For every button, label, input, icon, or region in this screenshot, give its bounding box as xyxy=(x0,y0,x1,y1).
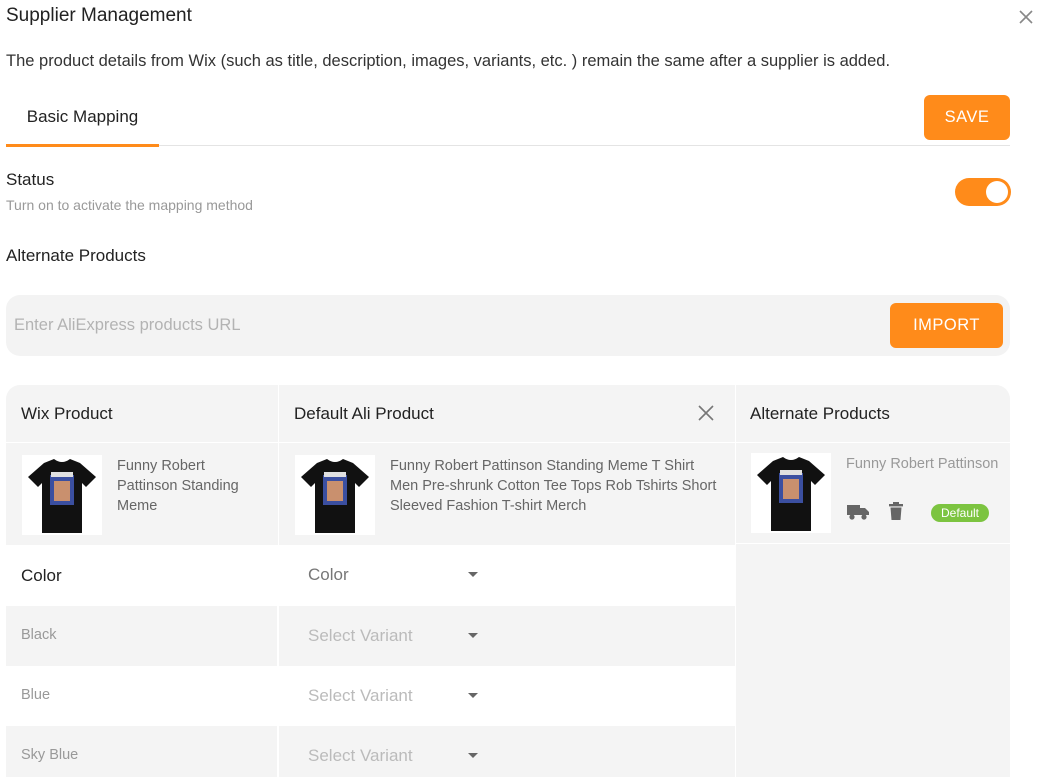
dialog-description: The product details from Wix (such as ti… xyxy=(6,52,891,70)
option-name: Color xyxy=(21,566,62,585)
ali-product-title: Funny Robert Pattinson Standing Meme T S… xyxy=(390,458,717,514)
wix-product-title: Funny Robert Pattinson Standing Meme xyxy=(117,458,239,514)
default-badge: Default xyxy=(931,504,989,522)
alt-product-image xyxy=(751,453,831,533)
tab-bar: Basic Mapping xyxy=(6,96,1010,147)
truck-icon[interactable] xyxy=(846,503,870,521)
import-button[interactable]: IMPORT xyxy=(890,303,1003,348)
status-toggle[interactable] xyxy=(955,178,1011,206)
variant-select-value: Select Variant xyxy=(308,746,413,765)
chevron-down-icon xyxy=(468,633,478,638)
close-icon[interactable] xyxy=(697,404,715,422)
variant-select-value: Select Variant xyxy=(308,626,413,645)
trash-icon[interactable] xyxy=(888,502,904,520)
status-description: Turn on to activate the mapping method xyxy=(6,197,253,213)
chevron-down-icon xyxy=(468,753,478,758)
mapping-table: Wix Product Default Ali Product Alternat… xyxy=(6,385,1010,777)
status-label: Status xyxy=(6,170,55,189)
option-select-value: Color xyxy=(308,565,349,584)
alt-product-title: Funny Robert Pattinson Standing ... xyxy=(846,456,1002,472)
variant-select[interactable]: Select Variant xyxy=(308,741,488,771)
column-header-alternate: Alternate Products xyxy=(736,385,1010,442)
toggle-knob xyxy=(986,181,1008,203)
column-header-wix: Wix Product xyxy=(6,385,278,442)
aliexpress-url-input[interactable] xyxy=(6,295,866,356)
save-button[interactable]: SAVE xyxy=(924,95,1010,140)
variant-select[interactable]: Select Variant xyxy=(308,681,488,711)
ali-product-image xyxy=(295,455,375,535)
dialog-title: Supplier Management xyxy=(6,5,192,26)
alt-products-panel xyxy=(736,544,1010,777)
chevron-down-icon xyxy=(468,572,478,577)
option-select[interactable]: Color xyxy=(308,560,488,590)
close-icon[interactable] xyxy=(1016,7,1036,27)
column-header-default-ali: Default Ali Product xyxy=(279,385,735,442)
variant-name: Black xyxy=(21,627,57,643)
variant-select-value: Select Variant xyxy=(308,686,413,705)
column-header-default-ali-label: Default Ali Product xyxy=(294,403,434,423)
tab-basic-mapping[interactable]: Basic Mapping xyxy=(6,96,159,147)
wix-product-image xyxy=(22,455,102,535)
alternate-products-label: Alternate Products xyxy=(6,246,146,265)
chevron-down-icon xyxy=(468,693,478,698)
url-bar: IMPORT xyxy=(6,295,1010,356)
variant-name: Blue xyxy=(21,687,51,703)
variant-name: Sky Blue xyxy=(21,747,79,763)
variant-select[interactable]: Select Variant xyxy=(308,621,488,651)
